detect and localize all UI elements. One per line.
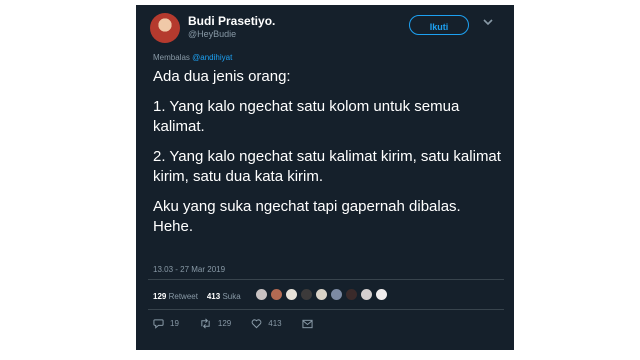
divider: [148, 279, 504, 280]
reply-button[interactable]: 19: [153, 318, 179, 329]
retweet-action-count: 129: [217, 319, 232, 328]
avatar-4[interactable]: [300, 288, 313, 301]
avatar-7[interactable]: [345, 288, 358, 301]
like-action-count: 413: [268, 319, 282, 328]
tweet-paragraph: 1. Yang kalo ngechat satu kolom untuk se…: [153, 98, 460, 135]
replying-to: Membalas @andihiyat: [153, 53, 232, 62]
liker-avatars: [255, 288, 390, 302]
divider: [148, 309, 504, 310]
replying-prefix: Membalas: [153, 53, 190, 62]
avatar-6[interactable]: [330, 288, 343, 301]
like-button[interactable]: 413: [251, 318, 282, 329]
tweet-paragraph: 2. Yang kalo ngechat satu kalimat kirim,…: [153, 148, 501, 185]
avatar-8[interactable]: [360, 288, 373, 301]
tweet-text: Ada dua jenis orang: 1. Yang kalo ngecha…: [153, 67, 503, 247]
like-count[interactable]: 413: [207, 292, 220, 301]
tweet-timestamp[interactable]: 13.03 - 27 Mar 2019: [153, 265, 225, 274]
engagement-stats: 129 Retweet 413 Suka: [153, 292, 241, 301]
user-avatar[interactable]: [150, 13, 180, 43]
tweet-paragraph: Aku yang suka ngechat tapi gapernah diba…: [153, 198, 461, 235]
avatar-9[interactable]: [375, 288, 388, 301]
tweet-card: Budi Prasetiyo. @HeyBudie Ikuti Membalas…: [136, 5, 514, 350]
display-name[interactable]: Budi Prasetiyo.: [188, 14, 275, 28]
reply-icon: [153, 319, 164, 329]
follow-button[interactable]: Ikuti: [409, 15, 469, 35]
envelope-icon: [302, 319, 313, 328]
avatar-1[interactable]: [255, 288, 268, 301]
retweet-count[interactable]: 129: [153, 292, 166, 301]
tweet-paragraph: Ada dua jenis orang:: [153, 68, 291, 85]
like-label[interactable]: Suka: [222, 292, 240, 301]
reply-count: 19: [170, 319, 179, 328]
retweet-icon: [201, 318, 210, 329]
chevron-down-icon[interactable]: [481, 15, 495, 29]
tweet-actions: 19 129 413: [153, 318, 339, 329]
heart-icon: [251, 319, 262, 329]
retweet-button[interactable]: 129: [199, 318, 231, 329]
avatar-5[interactable]: [315, 288, 328, 301]
avatar-3[interactable]: [285, 288, 298, 301]
message-button[interactable]: [302, 319, 319, 329]
avatar-2[interactable]: [270, 288, 283, 301]
mention-link[interactable]: @andihiyat: [192, 53, 232, 62]
retweet-label[interactable]: Retweet: [169, 292, 198, 301]
user-handle[interactable]: @HeyBudie: [188, 29, 236, 39]
